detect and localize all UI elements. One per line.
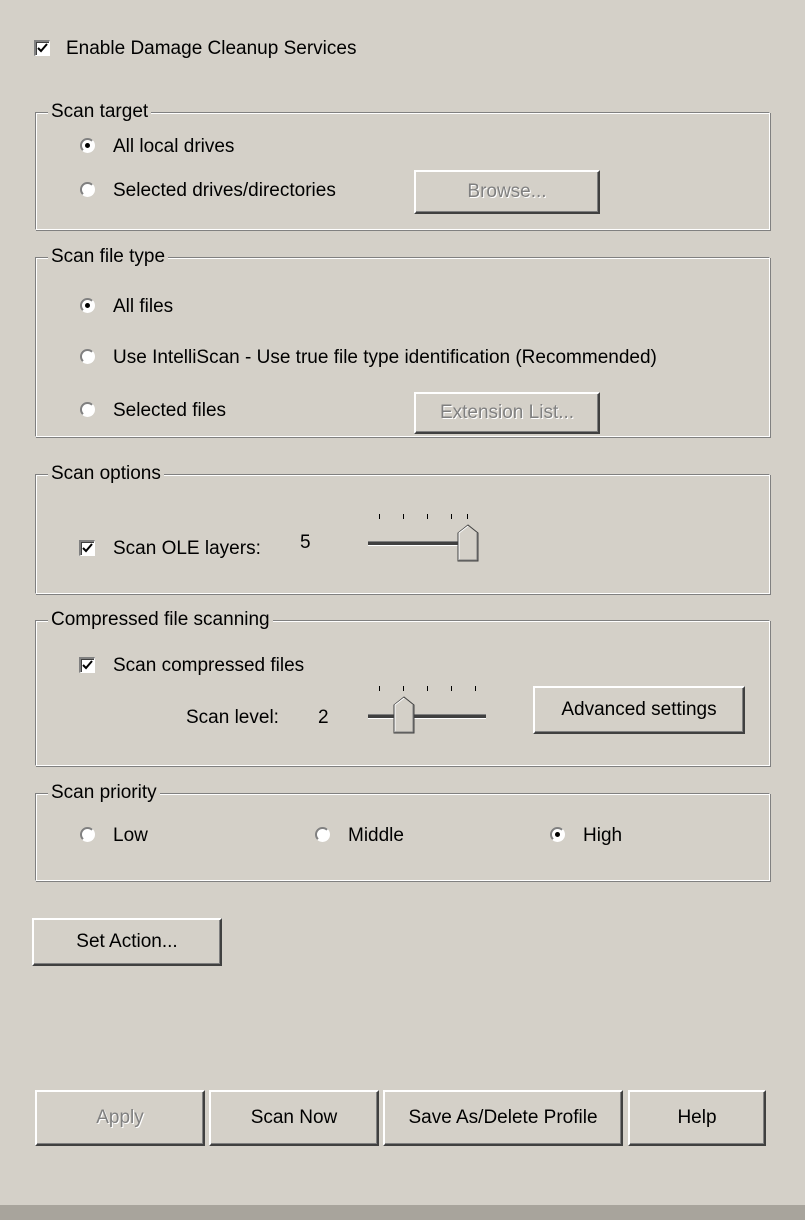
scan-level-value: 2 (318, 707, 329, 728)
slider-track (368, 714, 486, 719)
checkmark-icon (37, 43, 48, 53)
checkmark-icon (82, 543, 93, 553)
radio-selected-drives[interactable] (80, 182, 95, 197)
save-delete-profile-button[interactable]: Save As/Delete Profile (383, 1090, 623, 1146)
checkmark-icon (82, 660, 93, 670)
radio-priority-low-label: Low (113, 825, 148, 846)
scan-compressed-checkbox[interactable] (79, 657, 95, 673)
slider-tick (379, 686, 380, 691)
scan-priority-title: Scan priority (48, 782, 160, 804)
radio-all-local-drives-label: All local drives (113, 136, 235, 157)
slider-tick (467, 514, 468, 519)
scan-ole-checkbox[interactable] (79, 540, 95, 556)
slider-tick (475, 686, 476, 691)
radio-priority-middle[interactable] (315, 827, 330, 842)
radio-priority-middle-label: Middle (348, 825, 404, 846)
set-action-button[interactable]: Set Action... (32, 918, 222, 966)
radio-selected-drives-label: Selected drives/directories (113, 180, 336, 201)
scan-ole-label: Scan OLE layers: (113, 538, 261, 559)
scan-target-group: Scan target (35, 101, 770, 230)
enable-dcs-checkbox[interactable] (34, 40, 50, 56)
radio-selected-files-label: Selected files (113, 400, 227, 421)
radio-intelliscan[interactable] (80, 349, 95, 364)
scan-level-slider[interactable] (368, 684, 490, 736)
window-bottom-edge (0, 1205, 805, 1220)
slider-thumb[interactable] (393, 696, 415, 734)
scan-target-title: Scan target (48, 101, 152, 123)
radio-priority-low[interactable] (80, 827, 95, 842)
radio-intelliscan-label: Use IntelliScan - Use true file type ide… (113, 347, 657, 368)
radio-all-files[interactable] (80, 298, 95, 313)
enable-dcs-label: Enable Damage Cleanup Services (66, 38, 357, 59)
help-button[interactable]: Help (628, 1090, 766, 1146)
radio-priority-high[interactable] (550, 827, 565, 842)
radio-all-local-drives[interactable] (80, 138, 95, 153)
scan-compressed-label: Scan compressed files (113, 655, 305, 676)
slider-tick (379, 514, 380, 519)
radio-selected-files[interactable] (80, 402, 95, 417)
slider-thumb[interactable] (457, 524, 479, 562)
radio-all-files-label: All files (113, 296, 174, 317)
slider-tick (427, 514, 428, 519)
extension-list-button[interactable]: Extension List... (414, 392, 600, 434)
ole-layers-slider[interactable] (368, 512, 488, 562)
slider-tick (427, 686, 428, 691)
slider-tick (451, 514, 452, 519)
compressed-scanning-title: Compressed file scanning (48, 609, 273, 631)
scan-now-button[interactable]: Scan Now (209, 1090, 379, 1146)
browse-button[interactable]: Browse... (414, 170, 600, 214)
advanced-settings-button[interactable]: Advanced settings (533, 686, 745, 734)
scan-level-label: Scan level: (186, 707, 279, 728)
slider-tick (403, 514, 404, 519)
ole-layers-value: 5 (300, 532, 311, 553)
apply-button[interactable]: Apply (35, 1090, 205, 1146)
scan-file-type-title: Scan file type (48, 246, 169, 268)
slider-tick (451, 686, 452, 691)
scan-options-title: Scan options (48, 463, 164, 485)
slider-tick (403, 686, 404, 691)
radio-priority-high-label: High (583, 825, 623, 846)
